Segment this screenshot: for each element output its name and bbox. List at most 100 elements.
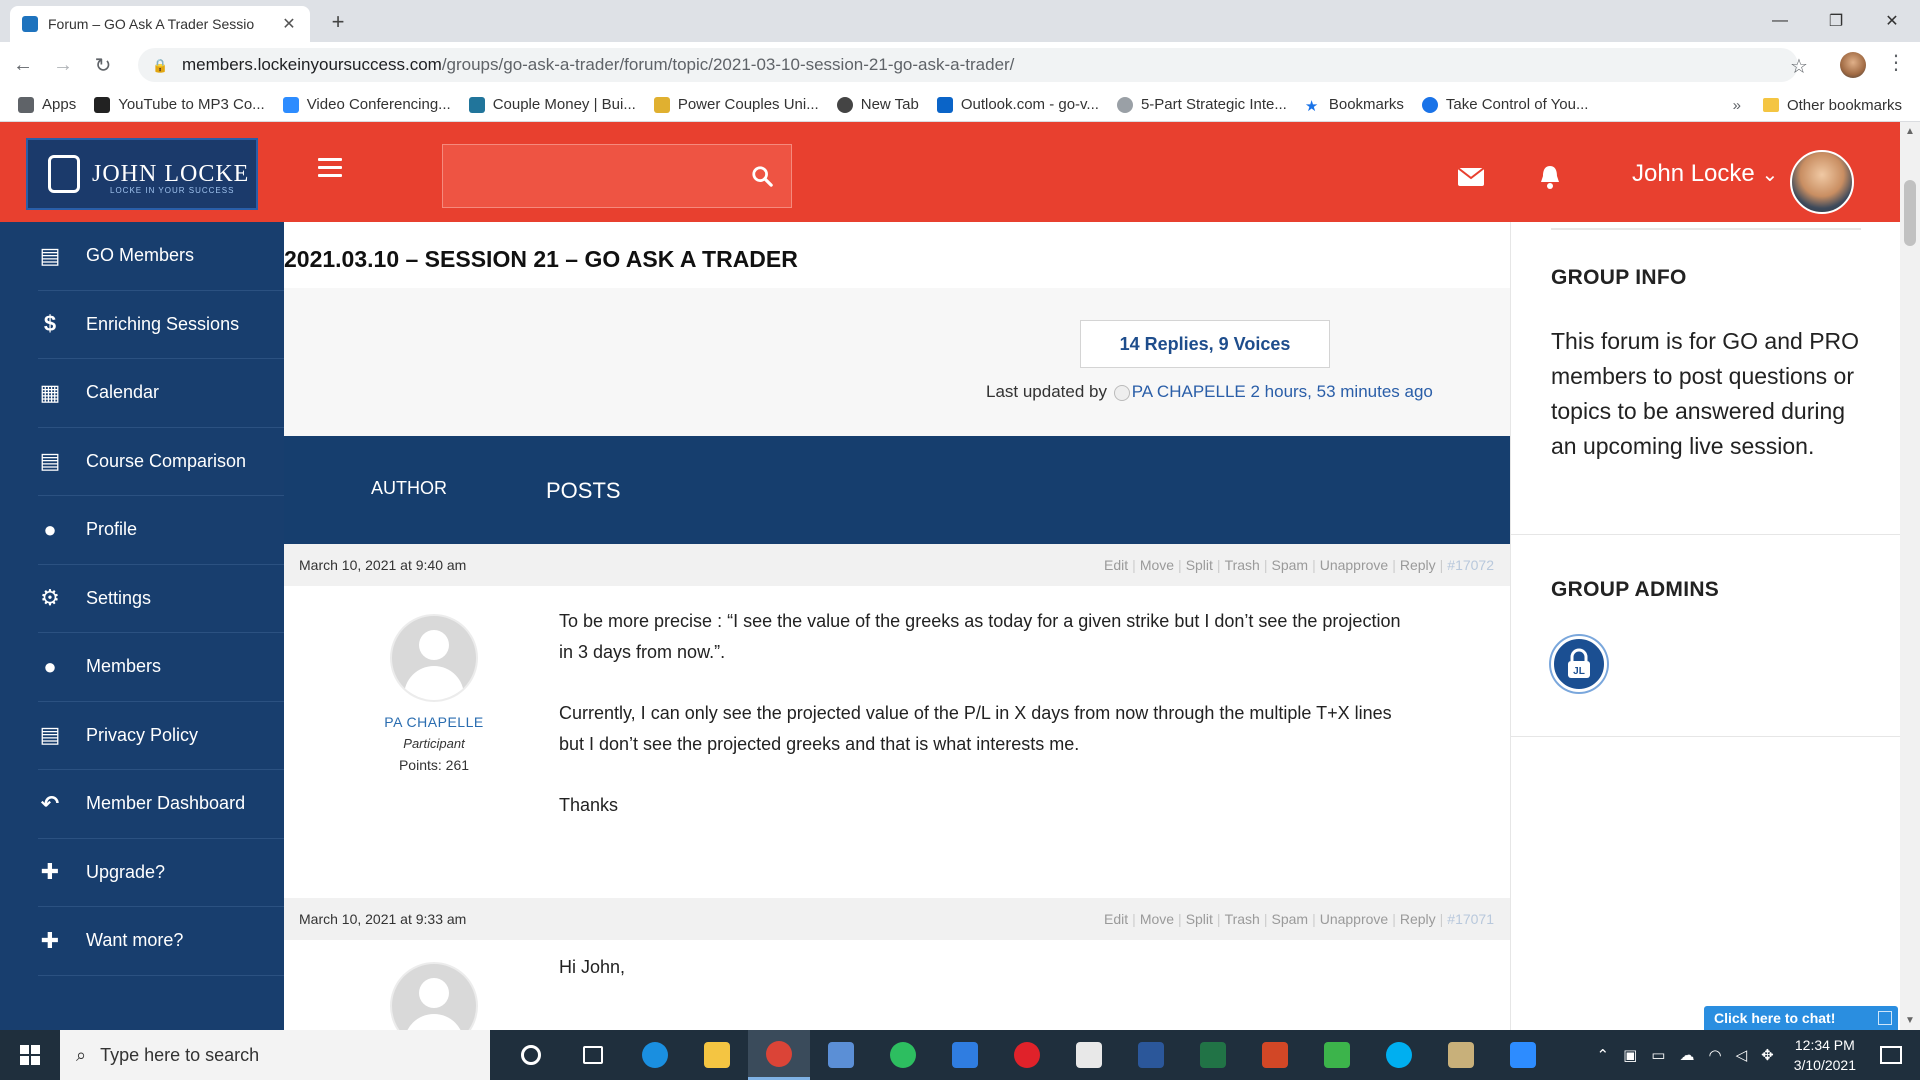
scroll-down-arrow-icon[interactable]: ▼ [1905, 1015, 1915, 1026]
last-updated-author-link[interactable]: PA CHAPELLE [1132, 382, 1246, 401]
sidebar-item-course-comparison[interactable]: ▤ Course Comparison [38, 428, 284, 496]
sidebar-item-settings[interactable]: ⚙ Settings [38, 565, 284, 633]
default-avatar-icon[interactable] [390, 962, 478, 1030]
hamburger-menu-icon[interactable] [318, 158, 342, 178]
taskbar-app-powerpoint[interactable] [1244, 1030, 1306, 1080]
post-spam-link[interactable]: Spam [1271, 557, 1308, 573]
post-split-link[interactable]: Split [1186, 911, 1213, 927]
post-reply-link[interactable]: Reply [1400, 557, 1436, 573]
restore-icon[interactable]: ❐ [1808, 0, 1864, 42]
url-bar[interactable]: 🔒 members.lockeinyoursuccess.com/groups/… [138, 48, 1798, 82]
sidebar-item-calendar[interactable]: ▦ Calendar [38, 359, 284, 428]
bookmark-item[interactable]: YouTube to MP3 Co... [94, 96, 265, 113]
bookmark-item[interactable]: Take Control of You... [1421, 96, 1588, 113]
sidebar-item-want-more[interactable]: ✚ Want more? [38, 907, 284, 976]
tray-meet-icon[interactable]: ▣ [1623, 1046, 1637, 1064]
action-center-icon[interactable] [1880, 1046, 1902, 1064]
site-search-field[interactable] [442, 144, 792, 208]
wifi-icon[interactable]: ◠ [1708, 1046, 1721, 1064]
bookmark-item[interactable]: Video Conferencing... [282, 96, 451, 113]
volume-icon[interactable]: ◁ [1736, 1046, 1748, 1064]
last-updated-time-link[interactable]: 2 hours, 53 minutes ago [1250, 382, 1432, 401]
post-move-link[interactable]: Move [1140, 911, 1174, 927]
sidebar-item-go-members[interactable]: ▤ GO Members [38, 222, 284, 291]
onedrive-cloud-icon[interactable]: ☁ [1679, 1046, 1694, 1064]
taskbar-app-opera[interactable] [996, 1030, 1058, 1080]
taskbar-app-evernote[interactable] [872, 1030, 934, 1080]
notifications-bell-icon[interactable] [1538, 164, 1562, 190]
bookmark-item[interactable]: Apps [18, 96, 76, 113]
bookmark-item[interactable]: New Tab [836, 96, 919, 113]
bookmark-item[interactable]: Power Couples Uni... [653, 96, 819, 113]
taskbar-clock[interactable]: 12:34 PM 3/10/2021 [1794, 1035, 1856, 1075]
other-bookmarks[interactable]: Other bookmarks [1787, 97, 1902, 114]
post-trash-link[interactable]: Trash [1225, 557, 1260, 573]
messages-envelope-icon[interactable] [1457, 167, 1485, 186]
bookmark-star-icon[interactable]: ☆ [1790, 54, 1808, 79]
post-edit-link[interactable]: Edit [1104, 557, 1128, 573]
taskbar-app-zoom[interactable] [1492, 1030, 1554, 1080]
taskbar-app-excel[interactable] [1182, 1030, 1244, 1080]
back-arrow-icon[interactable]: ← [6, 48, 40, 82]
chat-widget-button[interactable]: Click here to chat! [1704, 1006, 1898, 1030]
taskbar-app-file-explorer[interactable] [686, 1030, 748, 1080]
sidebar-item-member-dashboard[interactable]: ↶ Member Dashboard [38, 770, 284, 839]
post-split-link[interactable]: Split [1186, 557, 1213, 573]
bookmark-item[interactable]: ★ Bookmarks [1305, 96, 1404, 115]
sidebar-item-members[interactable]: ● Members [38, 633, 284, 702]
post-trash-link[interactable]: Trash [1225, 911, 1260, 927]
post-id-link[interactable]: #17072 [1447, 557, 1494, 573]
default-avatar-icon[interactable] [390, 614, 478, 702]
taskbar-app-task-view[interactable] [562, 1030, 624, 1080]
browser-profile-avatar[interactable] [1840, 52, 1866, 78]
windows-start-button[interactable] [0, 1030, 60, 1080]
taskbar-app-slack[interactable] [1058, 1030, 1120, 1080]
post-edit-link[interactable]: Edit [1104, 911, 1128, 927]
chat-expand-icon[interactable] [1878, 1011, 1892, 1025]
browser-tab-forum[interactable]: Forum – GO Ask A Trader Sessio ✕ [10, 6, 310, 42]
bookmark-item[interactable]: Couple Money | Bui... [468, 96, 636, 113]
scrollbar-thumb[interactable] [1904, 180, 1916, 246]
taskbar-app-cortana[interactable] [500, 1030, 562, 1080]
group-admin-avatar[interactable]: JL [1551, 636, 1607, 692]
forward-arrow-icon[interactable]: → [46, 48, 80, 82]
tray-chevron-up-icon[interactable]: ⌃ [1597, 1046, 1610, 1064]
taskbar-app-notepad[interactable] [810, 1030, 872, 1080]
search-icon[interactable] [751, 165, 773, 187]
taskbar-app-todo[interactable] [934, 1030, 996, 1080]
reload-icon[interactable]: ↻ [86, 48, 120, 82]
sidebar-item-profile[interactable]: ● Profile [38, 496, 284, 565]
post-spam-link[interactable]: Spam [1271, 911, 1308, 927]
sidebar-item-enriching-sessions[interactable]: $ Enriching Sessions [38, 291, 284, 359]
post-reply-link[interactable]: Reply [1400, 911, 1436, 927]
taskbar-app-chrome[interactable] [748, 1030, 810, 1080]
battery-icon[interactable]: ▭ [1651, 1046, 1665, 1064]
more-bookmarks-chevron[interactable]: » [1733, 97, 1741, 114]
author-name-link[interactable]: PA CHAPELLE [354, 714, 514, 730]
user-avatar[interactable] [1790, 150, 1854, 214]
minimize-icon[interactable]: — [1752, 0, 1808, 42]
bookmark-item[interactable]: Outlook.com - go-v... [936, 96, 1099, 113]
post-unapprove-link[interactable]: Unapprove [1320, 557, 1389, 573]
site-logo[interactable]: JOHN LOCKE LOCKE IN YOUR SUCCESS [26, 138, 258, 210]
browser-menu-icon[interactable]: ⋮ [1886, 50, 1906, 75]
post-move-link[interactable]: Move [1140, 557, 1174, 573]
post-unapprove-link[interactable]: Unapprove [1320, 911, 1389, 927]
post-id-link[interactable]: #17071 [1447, 911, 1494, 927]
close-tab-icon[interactable]: ✕ [280, 14, 298, 34]
taskbar-search-box[interactable]: ⌕ Type here to search [60, 1030, 490, 1080]
taskbar-app-skype[interactable] [1368, 1030, 1430, 1080]
bookmark-item[interactable]: 5-Part Strategic Inte... [1116, 96, 1287, 113]
dropbox-icon[interactable]: ✥ [1761, 1046, 1774, 1064]
taskbar-app-word[interactable] [1120, 1030, 1182, 1080]
taskbar-app-edge[interactable] [624, 1030, 686, 1080]
sidebar-item-privacy-policy[interactable]: ▤ Privacy Policy [38, 702, 284, 770]
taskbar-app-spark[interactable] [1306, 1030, 1368, 1080]
scroll-up-arrow-icon[interactable]: ▲ [1905, 126, 1915, 137]
sidebar-item-upgrade[interactable]: ✚ Upgrade? [38, 839, 284, 907]
taskbar-app-bug[interactable] [1430, 1030, 1492, 1080]
close-window-icon[interactable]: ✕ [1864, 0, 1920, 42]
page-scrollbar[interactable]: ▲ ▼ [1900, 122, 1920, 1030]
user-menu[interactable]: John Locke ⌄ [1632, 160, 1778, 188]
new-tab-button[interactable]: + [324, 8, 352, 36]
